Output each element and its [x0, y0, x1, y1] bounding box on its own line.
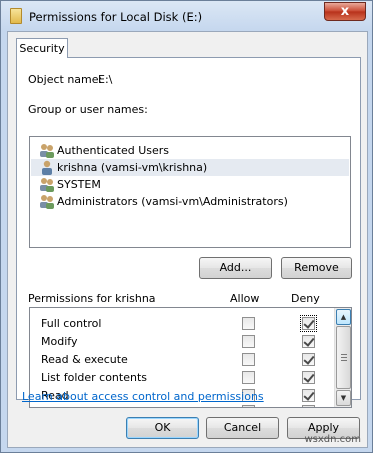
ok-button[interactable]: OK [126, 417, 199, 439]
group-names-label: Group or user names: [28, 103, 148, 116]
close-button[interactable]: x [324, 2, 366, 21]
list-item-label: krishna (vamsi-vm\krishna) [57, 161, 208, 174]
allow-checkbox[interactable] [242, 353, 255, 366]
list-item[interactable]: Administrators (vamsi-vm\Administrators) [31, 193, 349, 210]
permission-label: List folder contents [41, 371, 147, 384]
dialog-body: Security Object name: E:\ Group or user … [7, 31, 368, 448]
permission-label: Full control [41, 317, 102, 330]
users-group-icon [40, 178, 54, 192]
permission-row: List folder contents [30, 368, 335, 386]
allow-checkbox[interactable] [242, 405, 255, 407]
deny-column-header: Deny [291, 292, 320, 305]
permissions-scrollbar[interactable]: ▲ ▼ [334, 308, 351, 407]
grip-icon [341, 354, 347, 361]
tab-security[interactable]: Security [16, 38, 68, 58]
scroll-up-button[interactable]: ▲ [336, 309, 351, 325]
user-icon [42, 160, 52, 175]
list-item[interactable]: SYSTEM [31, 176, 349, 193]
permission-label: Read & execute [41, 353, 128, 366]
list-item-label: SYSTEM [57, 178, 101, 191]
object-name-value: E:\ [98, 73, 113, 86]
remove-button[interactable]: Remove [281, 257, 352, 279]
title-bar[interactable]: Permissions for Local Disk (E:) x [1, 1, 372, 31]
deny-checkbox[interactable] [302, 371, 315, 384]
users-group-icon [40, 144, 54, 158]
permissions-dialog: Permissions for Local Disk (E:) x Securi… [0, 0, 373, 453]
list-item-label: Administrators (vamsi-vm\Administrators) [57, 195, 288, 208]
deny-checkbox[interactable] [302, 335, 315, 348]
cancel-button[interactable]: Cancel [206, 417, 279, 439]
users-group-icon [40, 195, 54, 209]
add-button[interactable]: Add... [199, 257, 272, 279]
scroll-thumb[interactable] [336, 326, 351, 389]
list-item-label: Authenticated Users [57, 144, 170, 157]
folder-icon [10, 8, 22, 24]
permission-label: Modify [41, 335, 78, 348]
permission-row: Modify [30, 332, 335, 350]
deny-checkbox[interactable] [302, 389, 315, 402]
group-user-list[interactable]: Authenticated Users krishna (vamsi-vm\kr… [29, 136, 351, 248]
permissions-for-label: Permissions for krishna [28, 292, 156, 305]
deny-checkbox[interactable] [300, 315, 317, 332]
deny-checkbox[interactable] [302, 353, 315, 366]
allow-checkbox[interactable] [242, 335, 255, 348]
learn-more-link[interactable]: Learn about access control and permissio… [22, 390, 264, 403]
permission-row: Full control [30, 314, 335, 332]
allow-checkbox[interactable] [242, 371, 255, 384]
list-item[interactable]: Authenticated Users [31, 142, 349, 159]
allow-checkbox[interactable] [242, 317, 255, 330]
deny-checkbox[interactable] [302, 405, 315, 407]
allow-column-header: Allow [230, 292, 260, 305]
object-name-label: Object name: [28, 73, 103, 86]
permission-row [30, 404, 335, 407]
security-panel: Object name: E:\ Group or user names: Au… [16, 57, 361, 408]
scroll-down-button[interactable]: ▼ [336, 390, 351, 406]
window-title: Permissions for Local Disk (E:) [29, 10, 203, 24]
permission-row: Read & execute [30, 350, 335, 368]
watermark: wsxdn.com [304, 434, 361, 445]
list-item[interactable]: krishna (vamsi-vm\krishna) [31, 159, 349, 176]
